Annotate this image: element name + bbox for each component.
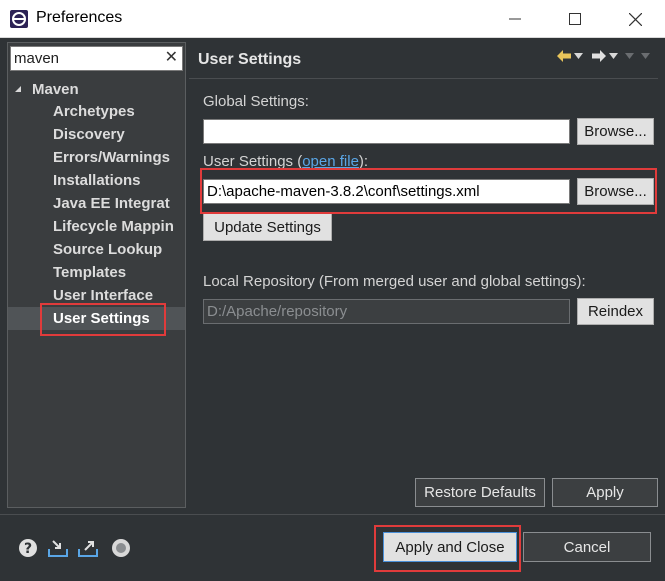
tree-item-archetypes[interactable]: Archetypes	[8, 100, 185, 123]
close-button[interactable]	[605, 0, 665, 38]
reindex-button[interactable]: Reindex	[577, 298, 654, 325]
filter-input[interactable]: maven ✕	[10, 46, 183, 71]
restore-defaults-button[interactable]: Restore Defaults	[415, 478, 545, 507]
eclipse-app-icon	[10, 10, 28, 28]
tree-item-templates[interactable]: Templates	[8, 261, 185, 284]
oomph-preference-icon[interactable]	[110, 537, 132, 559]
open-file-link[interactable]: open file	[302, 153, 359, 170]
maximize-button[interactable]	[545, 0, 605, 38]
view-menu-disabled-icon	[641, 53, 650, 59]
forward-arrow-icon[interactable]	[592, 50, 606, 62]
global-settings-label: Global Settings:	[203, 93, 309, 110]
menu-disabled-icon	[625, 53, 634, 59]
apply-button[interactable]: Apply	[552, 478, 658, 507]
tree-item-user-interface[interactable]: User Interface	[8, 284, 185, 307]
tree-item-errors-warnings[interactable]: Errors/Warnings	[8, 146, 185, 169]
tree-children: Archetypes Discovery Errors/Warnings Ins…	[8, 100, 185, 330]
global-settings-field[interactable]	[203, 119, 570, 144]
forward-dropdown-icon[interactable]	[609, 53, 618, 59]
tree-item-user-settings[interactable]: User Settings	[8, 307, 185, 330]
back-dropdown-icon[interactable]	[574, 53, 583, 59]
preference-page: User Settings Global Settings: Browse...	[189, 42, 658, 508]
minimize-button[interactable]	[485, 0, 545, 38]
page-header: User Settings	[189, 42, 658, 79]
preference-tree-panel: maven ✕ Maven Archetypes Discovery Error…	[7, 42, 186, 508]
tree-item-lifecycle-mappings[interactable]: Lifecycle Mappin	[8, 215, 185, 238]
help-icon[interactable]: ?	[17, 537, 39, 559]
tree-item-source-lookup[interactable]: Source Lookup	[8, 238, 185, 261]
import-preferences-icon[interactable]	[47, 537, 69, 559]
user-settings-label: User Settings (open file):	[203, 153, 368, 170]
dialog-footer: ? Apply and Close Cancel	[0, 514, 665, 581]
history-nav	[557, 50, 650, 62]
tree-item-installations[interactable]: Installations	[8, 169, 185, 192]
local-repository-field: D:/Apache/repository	[203, 299, 570, 324]
user-settings-label-suffix: ):	[358, 153, 369, 170]
svg-text:?: ?	[24, 541, 32, 557]
update-settings-button[interactable]: Update Settings	[203, 213, 332, 241]
tree-item-discovery[interactable]: Discovery	[8, 123, 185, 146]
page-title: User Settings	[198, 51, 302, 68]
local-repository-label: Local Repository (From merged user and g…	[203, 273, 586, 290]
apply-and-close-button[interactable]: Apply and Close	[383, 532, 517, 562]
global-browse-button[interactable]: Browse...	[577, 118, 654, 145]
expanded-arrow-icon[interactable]	[12, 83, 24, 95]
close-icon	[628, 12, 642, 26]
user-browse-button[interactable]: Browse...	[577, 178, 654, 205]
export-preferences-icon[interactable]	[77, 537, 99, 559]
filter-text: maven	[14, 50, 60, 67]
tree-root-label: Maven	[32, 80, 79, 98]
window-title: Preferences	[36, 9, 123, 26]
back-arrow-icon[interactable]	[557, 50, 571, 62]
clear-filter-icon[interactable]: ✕	[165, 49, 178, 67]
user-settings-label-prefix: User Settings (	[203, 153, 303, 170]
cancel-button[interactable]: Cancel	[523, 532, 651, 562]
user-settings-field[interactable]: D:\apache-maven-3.8.2\conf\settings.xml	[203, 179, 570, 204]
title-bar: Preferences	[0, 0, 665, 38]
minimize-icon	[509, 18, 521, 20]
tree-item-java-ee-integration[interactable]: Java EE Integrat	[8, 192, 185, 215]
tree-node-maven[interactable]: Maven	[12, 78, 79, 100]
maximize-icon	[569, 13, 581, 25]
